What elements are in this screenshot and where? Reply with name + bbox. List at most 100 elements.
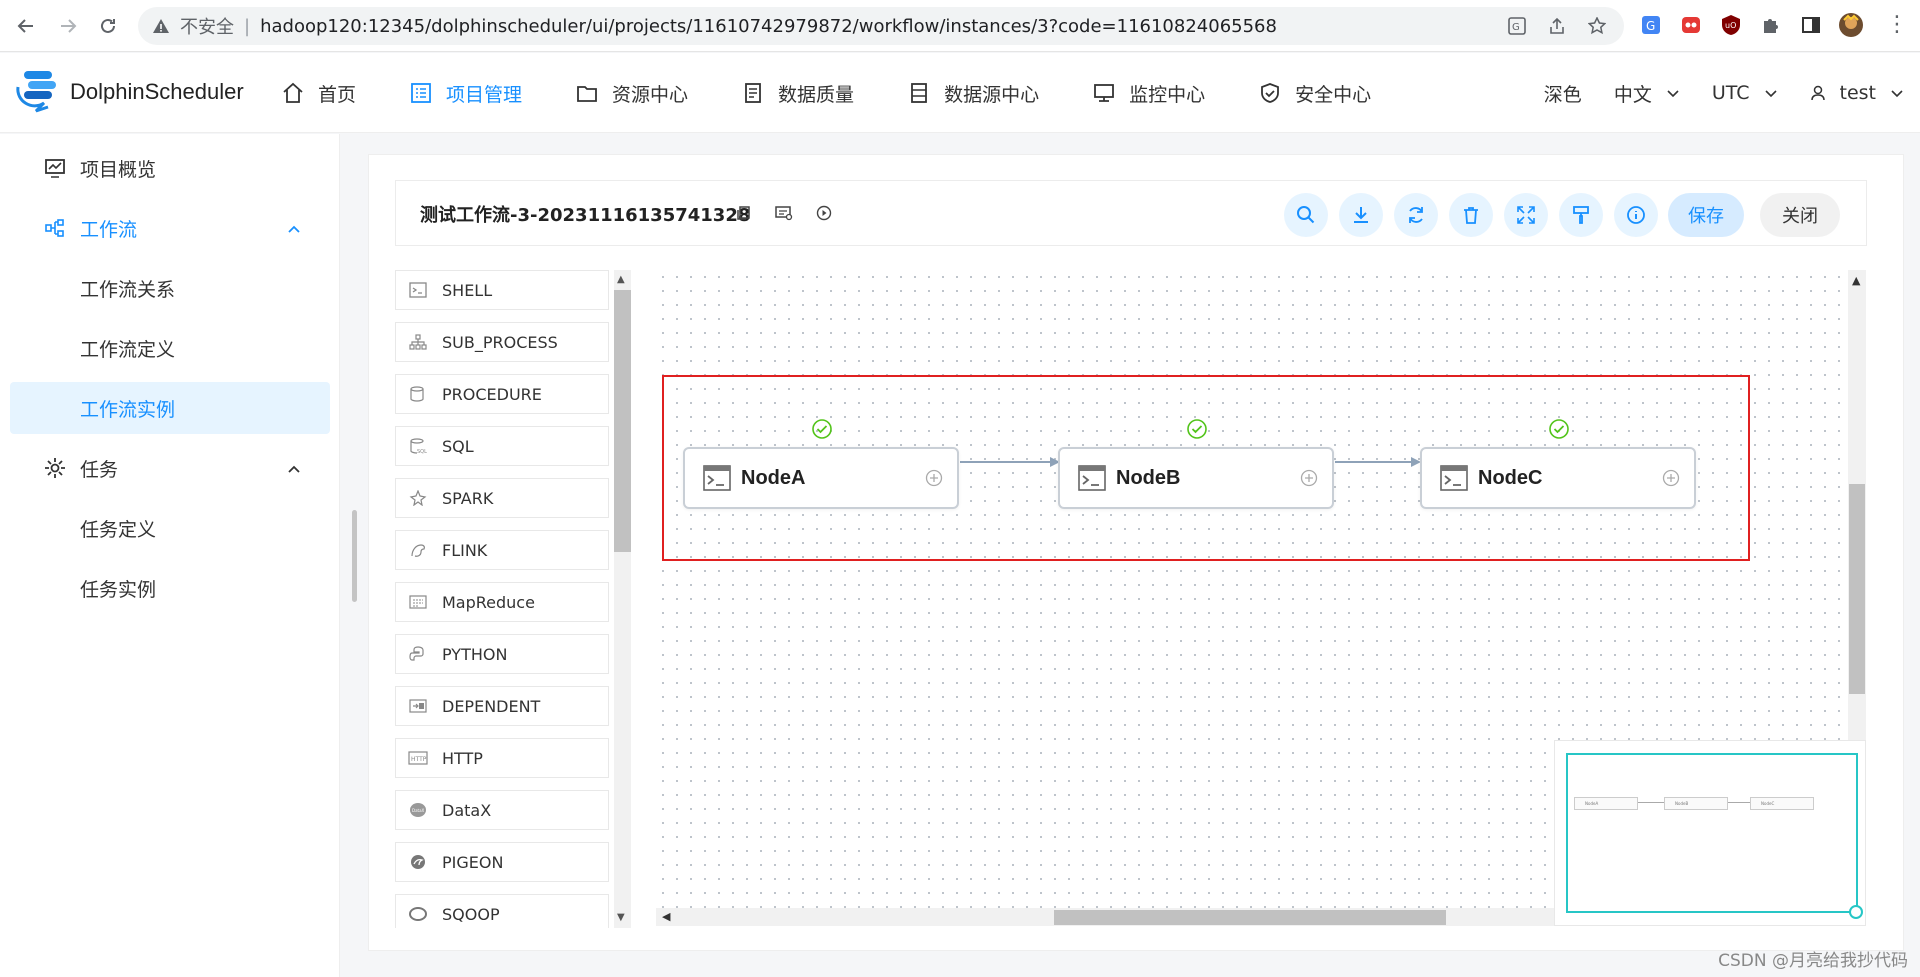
copy-icon[interactable] xyxy=(734,203,754,223)
task-item-label: HTTP xyxy=(442,748,483,768)
browser-menu-icon[interactable]: ⋮ xyxy=(1886,12,1908,37)
node-label: NodeA xyxy=(741,466,806,489)
ublock-icon[interactable]: uO xyxy=(1718,12,1744,38)
sidebar-item-workflow-definition[interactable]: 工作流定义 xyxy=(10,322,330,374)
task-item-spark[interactable]: SPARK xyxy=(395,478,609,518)
task-item-datax[interactable]: DataX DataX xyxy=(395,790,609,830)
minimap-node: NodeB xyxy=(1664,797,1728,810)
delete-button[interactable] xyxy=(1449,193,1493,237)
nav-data-quality[interactable]: 数据质量 xyxy=(742,80,854,107)
save-button[interactable]: 保存 xyxy=(1668,193,1744,237)
refresh-button[interactable] xyxy=(1394,193,1438,237)
extensions-puzzle-icon[interactable] xyxy=(1758,12,1784,38)
task-item-shell[interactable]: SHELL xyxy=(395,270,609,310)
canvas-vertical-scroll-thumb[interactable] xyxy=(1849,484,1865,694)
play-circle-icon[interactable] xyxy=(814,203,834,223)
top-navigation: 首页 项目管理 资源中心 数据质量 数据源中心 监控中心 安全中心 xyxy=(282,53,1425,133)
sidebar-item-workflow[interactable]: 工作流 xyxy=(10,202,330,254)
info-icon xyxy=(1627,206,1645,224)
info-button[interactable] xyxy=(1614,193,1658,237)
dag-node[interactable]: NodeB xyxy=(1058,447,1334,509)
task-item-dependent[interactable]: DEPENDENT xyxy=(395,686,609,726)
url-text[interactable]: hadoop120:12345/dolphinscheduler/ui/proj… xyxy=(260,16,1277,37)
profile-avatar[interactable] xyxy=(1838,12,1864,38)
fullscreen-button[interactable] xyxy=(1504,193,1548,237)
sidebar-item-task[interactable]: 任务 xyxy=(10,442,330,494)
nav-project[interactable]: 项目管理 xyxy=(410,80,522,107)
dag-node[interactable]: NodeC xyxy=(1420,447,1696,509)
add-circle-icon[interactable] xyxy=(1662,469,1680,487)
search-icon xyxy=(1297,206,1315,224)
minimap-viewport[interactable] xyxy=(1566,753,1858,913)
edge-nodeb-nodec[interactable] xyxy=(1335,452,1421,472)
extension-red-icon[interactable] xyxy=(1678,12,1704,38)
task-item-sub-process[interactable]: SUB_PROCESS xyxy=(395,322,609,362)
task-item-label: DataX xyxy=(442,800,492,820)
forward-icon[interactable] xyxy=(54,12,82,40)
nav-monitor[interactable]: 监控中心 xyxy=(1093,80,1205,107)
language-select[interactable]: 中文 xyxy=(1614,80,1680,107)
task-item-procedure[interactable]: PROCEDURE xyxy=(395,374,609,414)
nav-home-label: 首页 xyxy=(318,83,357,106)
task-item-label: SQL xyxy=(442,436,474,456)
task-item-label: SQOOP xyxy=(442,904,500,924)
palette-scrollbar-thumb[interactable] xyxy=(614,290,631,552)
address-bar[interactable]: 不安全 | hadoop120:12345/dolphinscheduler/u… xyxy=(138,7,1624,45)
nav-security[interactable]: 安全中心 xyxy=(1259,80,1371,107)
shield-icon xyxy=(1261,83,1279,103)
sidebar-item-task-instance[interactable]: 任务实例 xyxy=(10,562,330,614)
scroll-down-arrow-icon[interactable]: ▼ xyxy=(617,912,625,923)
python-icon xyxy=(408,644,428,664)
task-item-sql[interactable]: SQL SQL xyxy=(395,426,609,466)
search-button[interactable] xyxy=(1284,193,1328,237)
translate-icon[interactable]: G xyxy=(1506,15,1528,37)
close-button[interactable]: 关闭 xyxy=(1760,193,1840,237)
sidebar-item-overview[interactable]: 项目概览 xyxy=(10,142,330,194)
task-item-http[interactable]: HTTP HTTP xyxy=(395,738,609,778)
minimap-edge xyxy=(1728,802,1750,803)
task-item-flink[interactable]: FLINK xyxy=(395,530,609,570)
sidepanel-icon[interactable] xyxy=(1798,12,1824,38)
sidebar-item-workflow-relation[interactable]: 工作流关系 xyxy=(10,262,330,314)
canvas-horizontal-scroll-thumb[interactable] xyxy=(1054,910,1446,925)
theme-toggle[interactable]: 深色 xyxy=(1544,80,1582,107)
sidebar-item-workflow-instance[interactable]: 工作流实例 xyxy=(10,382,330,434)
scroll-left-arrow-icon[interactable]: ◀ xyxy=(662,910,670,923)
format-button[interactable] xyxy=(1559,193,1603,237)
add-circle-icon[interactable] xyxy=(1300,469,1318,487)
back-icon[interactable] xyxy=(12,12,40,40)
nav-datasource[interactable]: 数据源中心 xyxy=(908,80,1039,107)
download-button[interactable] xyxy=(1339,193,1383,237)
minimap-node: NodeA xyxy=(1574,797,1638,810)
bookmark-star-icon[interactable] xyxy=(1586,15,1608,37)
scroll-up-arrow-icon[interactable]: ▲ xyxy=(617,274,625,285)
sidebar-item-label: 任务 xyxy=(80,458,119,481)
app-logo[interactable]: DolphinScheduler xyxy=(14,67,244,117)
minimap-resize-handle[interactable] xyxy=(1849,905,1863,919)
refresh-icon xyxy=(1409,207,1423,223)
nav-home[interactable]: 首页 xyxy=(282,80,356,107)
task-item-mapreduce[interactable]: MapReduce xyxy=(395,582,609,622)
reload-icon[interactable] xyxy=(94,12,122,40)
user-label: test xyxy=(1839,82,1877,104)
task-item-sqoop[interactable]: SQOOP xyxy=(395,894,609,928)
sidebar-scrollbar[interactable] xyxy=(352,510,357,602)
nav-resource[interactable]: 资源中心 xyxy=(576,80,688,107)
task-item-pigeon[interactable]: PIGEON xyxy=(395,842,609,882)
scroll-up-arrow-icon[interactable]: ▲ xyxy=(1852,274,1860,287)
user-menu[interactable]: test xyxy=(1810,82,1905,104)
share-icon[interactable] xyxy=(1546,15,1568,37)
task-item-label: SUB_PROCESS xyxy=(442,332,558,352)
global-params-icon[interactable] xyxy=(774,203,794,223)
url-separator: | xyxy=(244,15,251,37)
dag-node[interactable]: NodeA xyxy=(683,447,959,509)
nav-data-quality-label: 数据质量 xyxy=(778,83,855,106)
sidebar-item-label: 任务定义 xyxy=(80,518,157,541)
task-item-python[interactable]: PYTHON xyxy=(395,634,609,674)
sidebar-item-task-definition[interactable]: 任务定义 xyxy=(10,502,330,554)
sql-icon: SQL xyxy=(408,436,428,456)
timezone-select[interactable]: UTC xyxy=(1712,82,1778,104)
add-circle-icon[interactable] xyxy=(925,469,943,487)
edge-nodea-nodeb[interactable] xyxy=(960,452,1060,472)
extension-translate-icon[interactable]: G xyxy=(1638,12,1664,38)
